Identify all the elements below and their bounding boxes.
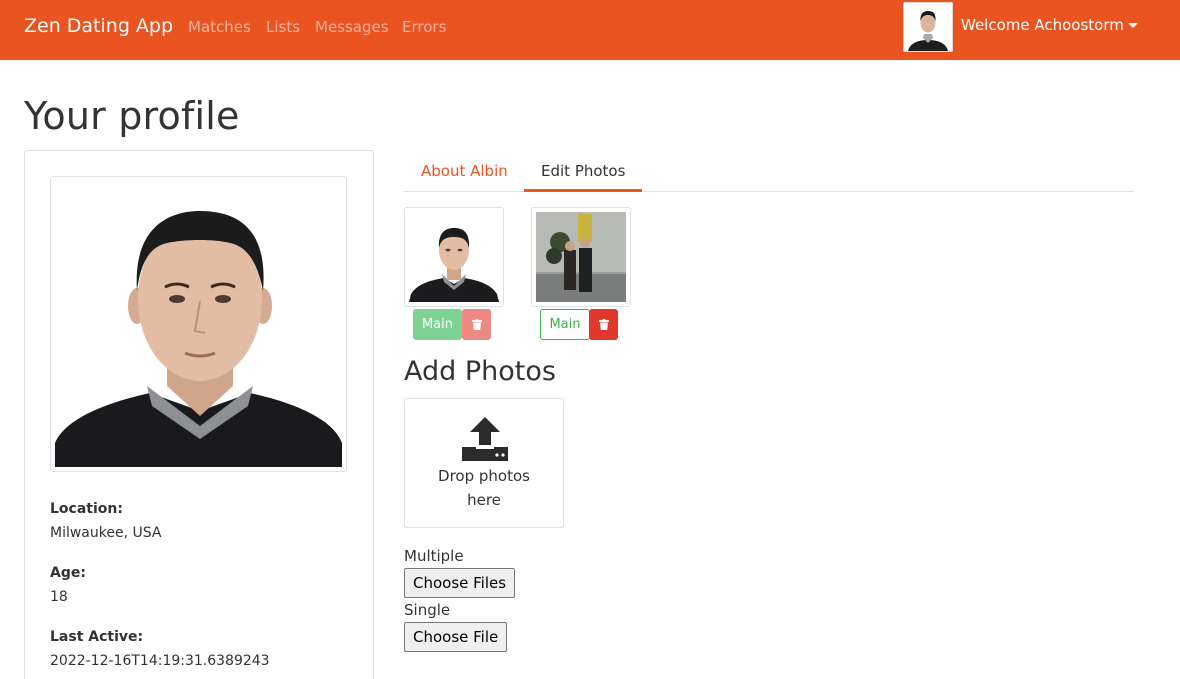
photo-thumbnail — [404, 207, 504, 307]
single-label: Single — [404, 601, 451, 619]
tab-about[interactable]: About Albin — [404, 150, 525, 192]
delete-photo-button[interactable] — [589, 309, 618, 340]
location-label: Location: — [50, 501, 123, 517]
tab-edit-photos[interactable]: Edit Photos — [524, 150, 643, 192]
age-value: 18 — [50, 589, 68, 605]
dropzone-text: Drop photos here — [405, 464, 563, 512]
nav-link-matches[interactable]: Matches — [188, 18, 251, 36]
last-active-value: 2022-12-16T14:19:31.6389243 — [50, 653, 270, 669]
profile-card: Location: Milwaukee, USA Age: 18 Last Ac… — [24, 150, 374, 679]
brand-link[interactable]: Zen Dating App — [24, 15, 173, 37]
upload-icon — [462, 417, 508, 461]
add-photos-title: Add Photos — [404, 356, 556, 387]
nav-link-lists[interactable]: Lists — [266, 18, 300, 36]
dropzone-text-line2: here — [467, 491, 501, 509]
photo-thumbnail — [531, 207, 631, 307]
photo-dropzone[interactable]: Drop photos here — [404, 398, 564, 528]
profile-tabs: About Albin Edit Photos — [404, 150, 1134, 192]
choose-file-button[interactable]: Choose File — [404, 622, 508, 652]
location-value: Milwaukee, USA — [50, 525, 162, 541]
set-main-button[interactable]: Main — [540, 309, 590, 340]
user-avatar — [903, 2, 953, 52]
nav-link-messages[interactable]: Messages — [315, 18, 389, 36]
last-active-label: Last Active: — [50, 629, 144, 645]
choose-files-button[interactable]: Choose Files — [404, 568, 516, 598]
dropzone-text-line1: Drop photos — [438, 467, 530, 485]
profile-photo — [50, 176, 347, 472]
welcome-text: Welcome Achoostorm — [961, 16, 1124, 34]
set-main-button[interactable]: Main — [413, 309, 462, 340]
page-title: Your profile — [24, 94, 240, 138]
delete-photo-button[interactable] — [462, 309, 491, 340]
caret-down-icon — [1127, 23, 1138, 28]
trash-icon — [471, 319, 482, 330]
user-menu-dropdown[interactable]: Welcome Achoostorm — [961, 16, 1138, 34]
nav-link-errors[interactable]: Errors — [402, 18, 446, 36]
age-label: Age: — [50, 565, 86, 581]
trash-icon — [598, 319, 609, 330]
navbar: Zen Dating App Matches Lists Messages Er… — [0, 0, 1180, 60]
multiple-label: Multiple — [404, 547, 464, 565]
